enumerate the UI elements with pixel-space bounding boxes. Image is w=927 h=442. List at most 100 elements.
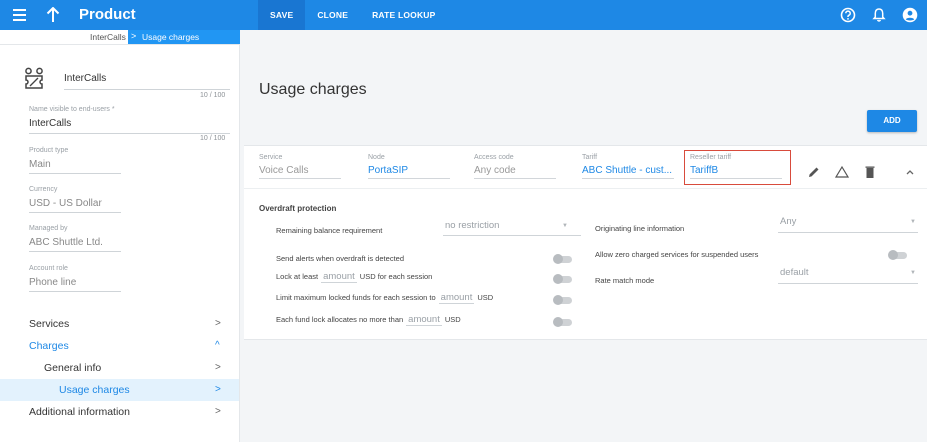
node-value[interactable]: PortaSIP [368,164,408,178]
service-underline [259,178,341,179]
usage-charge-card: Service Voice Calls Node PortaSIP Access… [244,145,927,340]
add-button[interactable]: ADD [867,110,917,132]
managed-by-field: Managed by ABC Shuttle Ltd. [29,224,103,249]
product-type-value: Main [29,159,51,170]
rate-match-mode-underline [778,283,918,284]
tariff-field[interactable]: Tariff ABC Shuttle - cust... [582,153,672,178]
visible-name-value: InterCalls [29,118,72,129]
limit-locked-funds-toggle[interactable] [553,295,573,305]
edit-icon[interactable] [807,165,821,179]
product-type-field: Product type Main [29,146,68,171]
overdraft-title: Overdraft protection [259,204,337,213]
product-name-underline [64,89,230,90]
lock-prefix: Lock at least [276,272,319,281]
access-code-field[interactable]: Access code Any code [474,153,516,178]
product-type-underline [29,173,121,174]
warning-icon[interactable] [834,165,850,179]
breadcrumb-current: > Usage charges [128,30,240,44]
currency-label: Currency [29,186,58,193]
sidebar-item-general-info[interactable]: General info > [0,357,239,379]
lock-amount-input[interactable]: amount [321,272,357,283]
remaining-balance-select[interactable]: no restriction [445,220,499,232]
managed-by-label: Managed by [29,225,68,232]
visible-name-field[interactable]: Name visible to end-users * InterCalls [29,105,115,130]
product-name-value: InterCalls [64,73,107,84]
clone-button[interactable]: CLONE [305,0,360,30]
top-bar: Product SAVE CLONE RATE LOOKUP [0,0,927,30]
product-icon [24,67,44,95]
page-title-header: Product [79,6,136,23]
delete-icon[interactable] [863,165,877,179]
chevron-right-icon: > [215,406,221,417]
each-fund-lock-row: Each fund lock allocates no more than amo… [276,315,461,326]
dropdown-caret-icon[interactable]: ▼ [910,270,916,276]
breadcrumb-item-usage-charges[interactable]: Usage charges [142,32,199,42]
sidebar-item-label: General info [44,362,102,374]
sidebar-item-label: Usage charges [59,384,130,396]
page-title: Usage charges [259,81,367,98]
help-icon[interactable] [840,7,856,23]
originating-line-label: Originating line information [595,224,685,233]
sidebar-item-additional-information[interactable]: Additional information > [0,401,239,423]
reseller-tariff-underline [690,178,782,179]
send-alerts-label: Send alerts when overdraft is detected [276,254,404,263]
allow-zero-charged-label: Allow zero charged services for suspende… [595,250,759,259]
rate-lookup-button[interactable]: RATE LOOKUP [360,0,447,30]
access-code-label: Access code [474,154,514,161]
sidebar-item-label: Charges [29,340,69,352]
access-code-underline [474,178,556,179]
each-fund-lock-toggle[interactable] [553,317,573,327]
lock-at-least-row: Lock at least amount USD for each session [276,272,432,283]
product-type-label: Product type [29,147,69,154]
sidebar-item-services[interactable]: Services > [0,313,239,335]
rate-match-mode-select[interactable]: default [780,267,809,279]
reseller-tariff-label: Reseller tariff [690,154,732,161]
tariff-underline [582,178,674,179]
sidebar-item-charges[interactable]: Charges ^ [0,335,239,357]
bell-icon[interactable] [871,7,887,23]
chevron-right-icon: > [215,318,221,329]
sidebar-item-label: Additional information [29,406,130,418]
save-button[interactable]: SAVE [258,0,306,30]
limit-amount-input[interactable]: amount [438,293,475,304]
dropdown-caret-icon[interactable]: ▼ [910,219,916,225]
service-label: Service [259,154,283,161]
visible-name-underline [29,133,230,134]
originating-line-underline [778,232,918,233]
left-panel: InterCalls 10 / 100 Name visible to end-… [0,45,240,442]
top-bar-left: Product [0,0,240,30]
each-prefix: Each fund lock allocates no more than [276,315,404,324]
arrow-up-icon[interactable] [45,5,61,25]
originating-line-select[interactable]: Any [780,216,796,228]
each-amount-input[interactable]: amount [406,315,442,326]
allow-zero-charged-toggle[interactable] [888,250,908,260]
product-name[interactable]: InterCalls [64,72,106,85]
limit-suffix: USD [477,293,494,302]
menu-icon[interactable] [11,6,29,24]
breadcrumb: InterCalls > Usage charges [0,30,240,45]
node-field[interactable]: Node PortaSIP [368,153,408,178]
node-underline [368,178,450,179]
breadcrumb-item-intercalls[interactable]: InterCalls [90,32,126,42]
send-alerts-toggle[interactable] [553,254,573,264]
usage-charge-row: Service Voice Calls Node PortaSIP Access… [244,146,927,189]
service-value: Voice Calls [259,165,309,176]
currency-field: Currency USD - US Dollar [29,185,102,210]
sidebar-item-usage-charges[interactable]: Usage charges > [0,379,239,401]
reseller-tariff-value[interactable]: TariffB [690,164,731,178]
currency-value: USD - US Dollar [29,198,102,209]
service-field[interactable]: Service Voice Calls [259,153,308,178]
reseller-tariff-field[interactable]: Reseller tariff TariffB [690,153,731,178]
chevron-up-icon: ^ [215,340,220,351]
limit-locked-funds-row: Limit maximum locked funds for each sess… [276,293,493,304]
lock-at-least-toggle[interactable] [553,274,573,284]
managed-by-value: ABC Shuttle Ltd. [29,237,103,248]
dropdown-caret-icon[interactable]: ▼ [562,223,568,229]
account-icon[interactable] [902,7,918,23]
rate-match-mode-label: Rate match mode [595,276,655,285]
sidebar-item-label: Services [29,318,70,330]
chevron-up-icon[interactable] [903,165,917,179]
tariff-value[interactable]: ABC Shuttle - cust... [582,164,672,178]
access-code-value: Any code [474,165,516,176]
tariff-label: Tariff [582,154,598,161]
